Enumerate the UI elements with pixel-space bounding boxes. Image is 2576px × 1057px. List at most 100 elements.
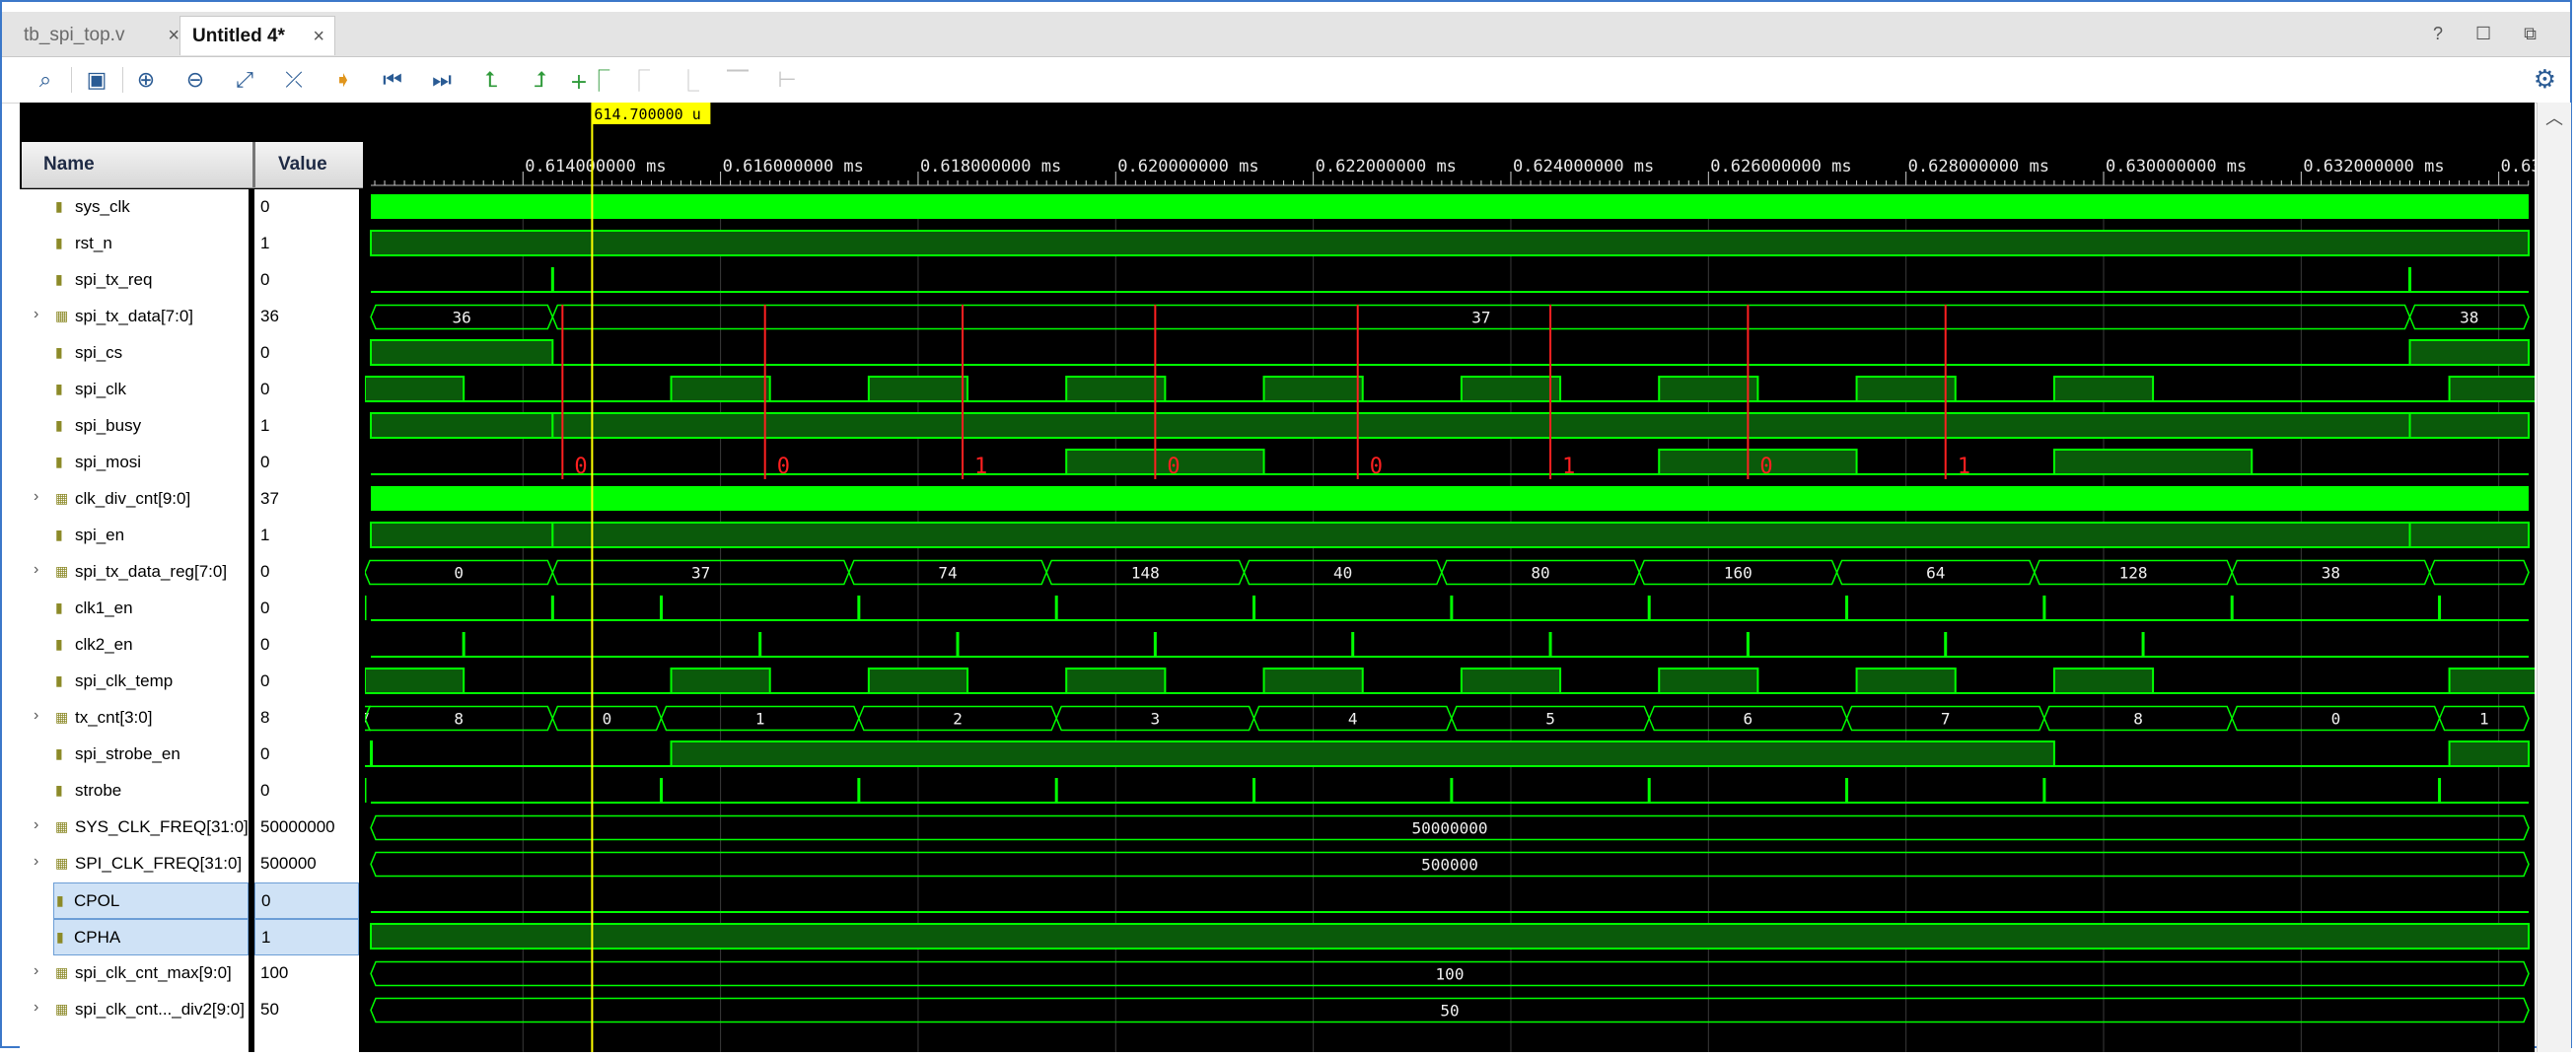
signal-value-text: 50000000 [260, 817, 335, 836]
signal-row[interactable]: ▮ rst_n [20, 226, 249, 262]
signal-name: spi_clk_cnt..._div2[9:0] [75, 1000, 245, 1019]
signal-value[interactable]: 0 [254, 882, 359, 919]
column-divider[interactable] [252, 142, 255, 187]
save-icon[interactable]: ▣ [81, 64, 112, 96]
waveform-area[interactable]: 0.614000000 ms 0.616000000 ms 0.618000000 … [358, 103, 2561, 1052]
vertical-scrollbar[interactable]: ︿ [2537, 103, 2571, 1052]
bus-segment [2428, 559, 2530, 586]
signal-value[interactable]: 50 [254, 992, 359, 1028]
toolbar: ⌕ ▣ ⊕ ⊖ ⤢ ⤫ ➧ ⏮ ⏭ ⮤ ⮥ +⎾ ⎾ ⎿ ⎺ ⊢ ⚙ [2, 57, 2570, 104]
tab-tb-spi-top[interactable]: tb_spi_top.v × [12, 16, 189, 55]
signal-value[interactable]: 50000000 [254, 810, 359, 846]
signal-row[interactable]: ▮ clk1_en [20, 591, 249, 627]
signal-row[interactable]: › ▦ spi_tx_data_reg[7:0] [20, 554, 249, 591]
swap-cursors-icon[interactable]: ⎺ [722, 64, 753, 96]
signal-value[interactable]: 0 [254, 554, 359, 591]
search-icon[interactable]: ⌕ [30, 64, 61, 96]
goto-start-icon[interactable]: ⏮ [377, 64, 408, 96]
add-marker-icon[interactable]: +⎾ [570, 64, 609, 96]
high-level [1460, 668, 1562, 694]
signal-value[interactable]: 500000 [254, 846, 359, 882]
signal-value[interactable]: 0 [254, 627, 359, 664]
signal-value[interactable]: 0 [254, 591, 359, 627]
snap-icon[interactable]: ⊢ [771, 64, 803, 96]
expand-chevron-icon[interactable]: › [34, 707, 38, 725]
signal-row[interactable]: ▮ strobe [20, 773, 249, 810]
signal-row[interactable]: › ▦ SPI_CLK_FREQ[31:0] [20, 846, 249, 882]
signal-row[interactable]: ▮ spi_clk_temp [20, 664, 249, 700]
signal-value[interactable]: 0 [254, 664, 359, 700]
expand-chevron-icon[interactable]: › [34, 853, 38, 871]
signal-value[interactable]: 1 [254, 226, 359, 262]
time-tick-label: 0.616000000 ms [723, 157, 864, 176]
expand-chevron-icon[interactable]: › [34, 306, 38, 323]
signal-value[interactable]: 0 [254, 737, 359, 773]
signal-value[interactable]: 1 [254, 408, 359, 445]
signal-value-text: 0 [260, 781, 270, 800]
previous-transition-icon[interactable]: ⮤ [475, 64, 507, 96]
expand-chevron-icon[interactable]: › [34, 561, 38, 579]
signal-value[interactable]: 0 [254, 773, 359, 810]
signal-value-text: 36 [260, 307, 279, 325]
value-column-header[interactable]: Value [278, 142, 327, 187]
cursor-to-zero-icon[interactable]: ⤫ [278, 64, 310, 96]
next-transition-icon[interactable]: ⮥ [525, 64, 556, 96]
signal-icon: ▮ [55, 527, 63, 542]
signal-value[interactable]: 100 [254, 955, 359, 992]
expand-chevron-icon[interactable]: › [34, 999, 38, 1017]
signal-value[interactable]: 36 [254, 299, 359, 335]
signal-row[interactable]: ▮ CPHA [53, 919, 249, 955]
signal-value[interactable]: 37 [254, 481, 359, 518]
annotation-bit: 0 [1759, 455, 1772, 479]
signal-row[interactable]: ▮ spi_en [20, 518, 249, 554]
signal-row[interactable]: ▮ spi_clk [20, 372, 249, 408]
expand-chevron-icon[interactable]: › [34, 962, 38, 980]
signal-value[interactable]: 0 [254, 445, 359, 481]
bus-value: 40 [1333, 564, 1352, 583]
signal-row[interactable]: ▮ sys_clk [20, 189, 249, 226]
next-marker-icon[interactable]: ⎿ [673, 64, 704, 96]
signal-panel: Name Value ▮ sys_clk ▮ rst_n ▮ spi_tx_req › ▦ sp… [20, 103, 365, 1052]
signal-row[interactable]: › ▦ clk_div_cnt[9:0] [20, 481, 249, 518]
zoom-in-icon[interactable]: ⊕ [130, 64, 162, 96]
signal-row[interactable]: ▮ clk2_en [20, 627, 249, 664]
signal-row[interactable]: ▮ spi_strobe_en [20, 737, 249, 773]
signal-name: spi_strobe_en [75, 744, 180, 763]
signal-value[interactable]: 0 [254, 262, 359, 299]
zoom-fit-icon[interactable]: ⤢ [229, 64, 260, 96]
signal-row[interactable]: ▮ spi_mosi [20, 445, 249, 481]
previous-marker-icon[interactable]: ⎾ [623, 64, 655, 96]
signal-row[interactable]: › ▦ tx_cnt[3:0] [20, 700, 249, 737]
close-icon[interactable]: × [313, 17, 324, 56]
bus-value: 148 [1131, 564, 1160, 583]
signal-value[interactable]: 1 [254, 919, 359, 955]
goto-end-icon[interactable]: ⏭ [426, 64, 458, 96]
signal-value[interactable]: 1 [254, 518, 359, 554]
signal-value[interactable]: 0 [254, 189, 359, 226]
window-controls[interactable]: ? ☐ ⧉ [2433, 24, 2550, 44]
signal-row[interactable]: › ▦ spi_clk_cnt_max[9:0] [20, 955, 249, 992]
signal-row[interactable]: ▮ spi_busy [20, 408, 249, 445]
expand-chevron-icon[interactable]: › [34, 488, 38, 506]
signal-value[interactable]: 0 [254, 372, 359, 408]
settings-icon[interactable]: ⚙ [2534, 65, 2556, 95]
signal-row[interactable]: › ▦ SYS_CLK_FREQ[31:0] [20, 810, 249, 846]
expand-chevron-icon[interactable]: › [34, 816, 38, 834]
scroll-up-icon[interactable]: ︿ [2545, 105, 2563, 130]
signal-row[interactable]: › ▦ spi_tx_data[7:0] [20, 299, 249, 335]
signal-value[interactable]: 0 [254, 335, 359, 372]
signal-row[interactable]: ▮ CPOL [53, 882, 249, 919]
signal-row[interactable]: › ▦ spi_clk_cnt..._div2[9:0] [20, 992, 249, 1028]
goto-cursor-icon[interactable]: ➧ [327, 64, 359, 96]
high-level [670, 668, 771, 694]
signal-value[interactable]: 8 [254, 700, 359, 737]
tab-untitled-4[interactable]: Untitled 4* × [179, 16, 335, 55]
waveform-canvas[interactable]: 0.614000000 ms 0.616000000 ms 0.618000000 … [358, 103, 2561, 1052]
zoom-out-icon[interactable]: ⊖ [179, 64, 211, 96]
close-icon[interactable]: × [168, 16, 179, 55]
high-level [670, 740, 2055, 767]
signal-row[interactable]: ▮ spi_tx_req [20, 262, 249, 299]
name-column-header[interactable]: Name [43, 142, 95, 187]
bus-value: 7 [1941, 710, 1951, 729]
signal-row[interactable]: ▮ spi_cs [20, 335, 249, 372]
